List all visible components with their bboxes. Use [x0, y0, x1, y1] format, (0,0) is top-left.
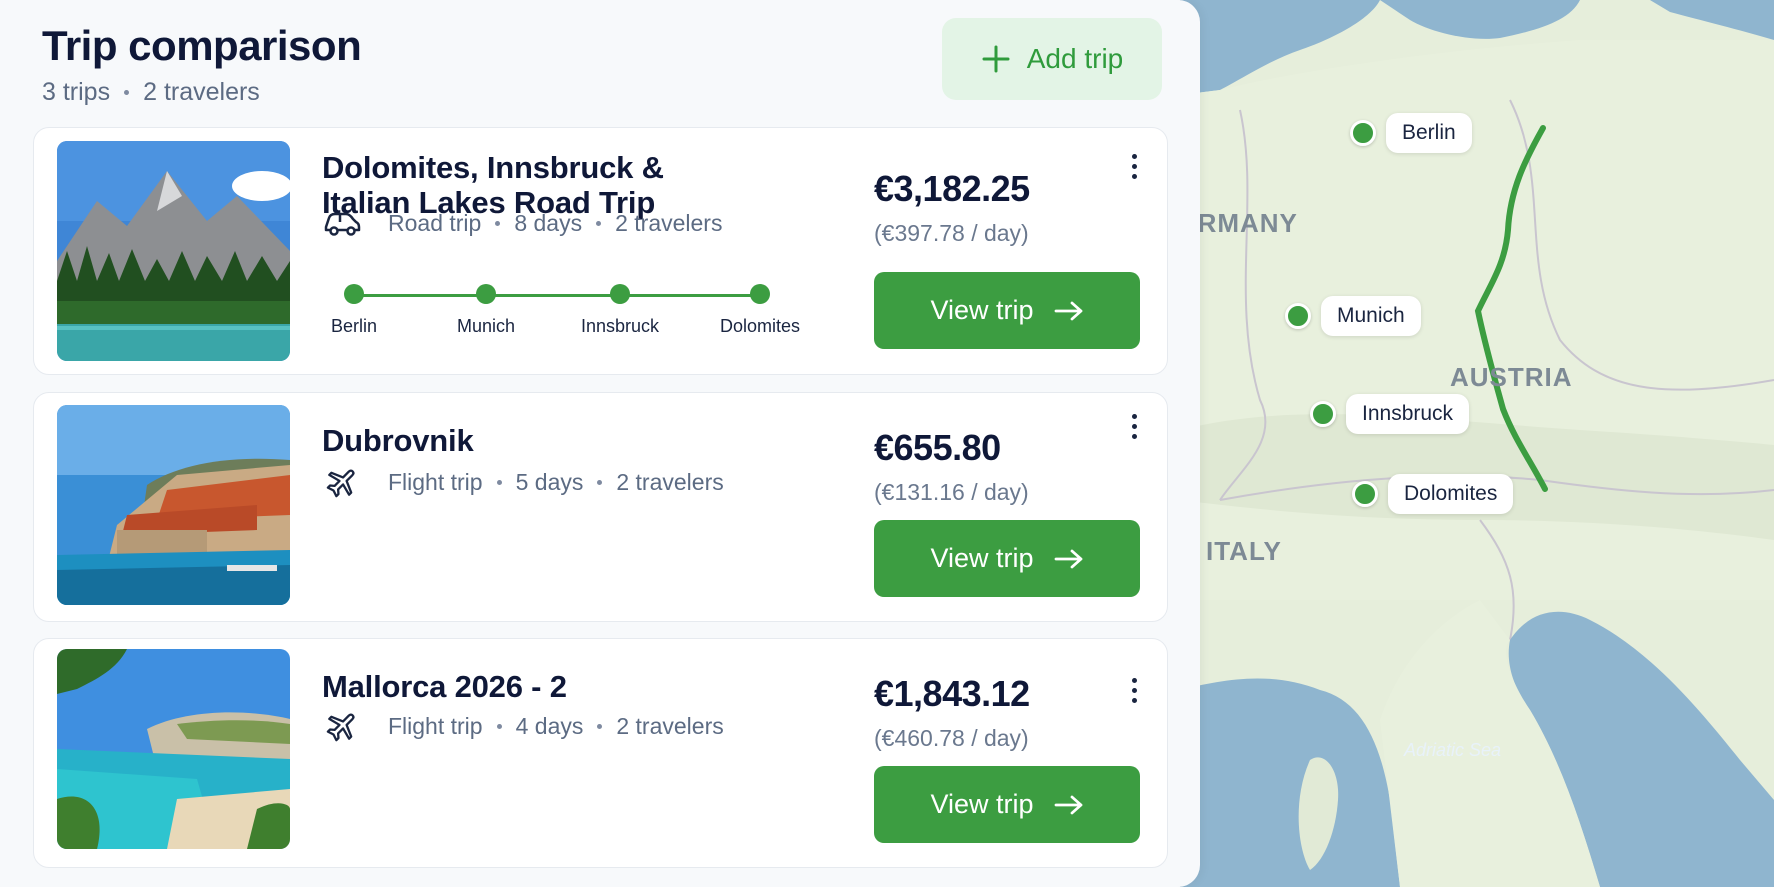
trip-price: €3,182.25	[874, 168, 1030, 209]
map-pin-icon[interactable]	[1285, 303, 1311, 329]
arrow-right-icon	[1054, 301, 1082, 320]
trip-title: Dubrovnik	[322, 423, 474, 458]
arrow-right-icon	[1054, 549, 1082, 568]
map-city-berlin[interactable]: Berlin	[1350, 113, 1472, 153]
map-city-label: Innsbruck	[1346, 394, 1470, 434]
trip-meta: Road trip 8 days 2 travelers	[322, 208, 722, 238]
map-city-label: Dolomites	[1388, 474, 1514, 514]
route-stop-label: Dolomites	[719, 316, 801, 336]
country-label-italy: ITALY	[1206, 536, 1282, 566]
view-trip-button[interactable]: View trip	[874, 272, 1140, 349]
separator-dot	[495, 220, 501, 226]
trip-card-mallorca[interactable]: Mallorca 2026 - 2 Flight trip 4 days 2 t…	[33, 638, 1168, 868]
route-dot	[610, 284, 630, 304]
route-timeline: Berlin Munich Innsbruck Dolomites	[324, 278, 800, 338]
trip-price-per-day: (€397.78 / day)	[874, 220, 1029, 246]
trip-days: 8 days	[514, 209, 583, 236]
trip-title-line: Dolomites, Innsbruck &	[322, 150, 664, 185]
separator-dot	[124, 90, 130, 95]
separator-dot	[496, 723, 502, 729]
view-trip-label: View trip	[930, 295, 1034, 325]
trip-title: Mallorca 2026 - 2	[322, 669, 567, 704]
more-options-icon[interactable]	[1122, 673, 1146, 707]
map-city-label: Berlin	[1386, 113, 1472, 153]
route-stop-label: Munich	[456, 316, 516, 336]
page-title: Trip comparison	[42, 22, 362, 69]
map-city-label: Munich	[1321, 296, 1421, 336]
country-label-austria: AUSTRIA	[1450, 362, 1573, 392]
trip-type: Flight trip	[388, 468, 483, 495]
trip-price-per-day: (€131.16 / day)	[874, 479, 1029, 505]
add-trip-button[interactable]: Add trip	[942, 18, 1162, 100]
airplane-icon	[322, 711, 362, 742]
map-pin-icon[interactable]	[1352, 481, 1378, 507]
trip-travelers: 2 travelers	[615, 209, 723, 236]
separator-dot	[596, 220, 602, 226]
view-trip-label: View trip	[930, 543, 1034, 573]
more-options-icon[interactable]	[1122, 409, 1146, 443]
route-map[interactable]: GERMANY AUSTRIA ITALY Adriatic Sea Berli…	[1158, 0, 1774, 887]
trip-days: 5 days	[515, 468, 584, 495]
more-options-icon[interactable]	[1122, 149, 1146, 183]
route-dot	[750, 284, 770, 304]
route-line	[354, 294, 760, 297]
trip-price-per-day: (€460.78 / day)	[874, 725, 1029, 751]
trip-travelers: 2 travelers	[616, 468, 724, 495]
trip-card-dolomites[interactable]: Dolomites, Innsbruck & Italian Lakes Roa…	[33, 127, 1168, 375]
route-stop: Dolomites	[710, 284, 810, 337]
plus-icon	[982, 45, 1010, 73]
trip-days: 4 days	[515, 712, 584, 739]
travelers-count: 2 travelers	[143, 78, 260, 106]
add-trip-label: Add trip	[1026, 43, 1124, 74]
trips-count: 3 trips	[42, 78, 111, 106]
trip-type: Flight trip	[388, 712, 483, 739]
trip-meta: Flight trip 4 days 2 travelers	[322, 711, 724, 742]
map-pin-icon[interactable]	[1310, 401, 1336, 427]
view-trip-button[interactable]: View trip	[874, 766, 1140, 843]
route-stop: Munich	[436, 284, 536, 337]
map-pin-icon[interactable]	[1350, 120, 1376, 146]
route-stop-label: Berlin	[330, 316, 378, 336]
route-stop-label: Innsbruck	[580, 316, 660, 336]
route-dot	[476, 284, 496, 304]
trip-card-dubrovnik[interactable]: Dubrovnik Flight trip 5 days 2 travelers…	[33, 392, 1168, 622]
view-trip-button[interactable]: View trip	[874, 520, 1140, 597]
trip-thumbnail-mountains	[57, 141, 290, 361]
trip-price: €1,843.12	[874, 673, 1030, 714]
car-icon	[322, 208, 362, 238]
trip-type: Road trip	[388, 209, 482, 236]
map-city-dolomites[interactable]: Dolomites	[1352, 474, 1514, 514]
arrow-right-icon	[1054, 795, 1082, 814]
route-stop: Innsbruck	[570, 284, 670, 337]
trip-price: €655.80	[874, 427, 1001, 468]
trip-thumbnail-old-town	[57, 405, 290, 605]
separator-dot	[496, 479, 502, 485]
route-stop: Berlin	[304, 284, 404, 337]
trip-meta: Flight trip 5 days 2 travelers	[322, 467, 724, 498]
separator-dot	[597, 723, 603, 729]
airplane-icon	[322, 467, 362, 498]
map-city-munich[interactable]: Munich	[1285, 296, 1421, 336]
trip-comparison-panel: Trip comparison 3 trips 2 travelers Add …	[0, 0, 1200, 887]
sea-label-adriatic: Adriatic Sea	[1404, 740, 1502, 760]
map-city-innsbruck[interactable]: Innsbruck	[1310, 394, 1470, 434]
trip-thumbnail-beach	[57, 649, 290, 849]
separator-dot	[597, 479, 603, 485]
trip-travelers: 2 travelers	[616, 712, 724, 739]
route-dot	[344, 284, 364, 304]
page-subtitle: 3 trips 2 travelers	[42, 78, 260, 107]
view-trip-label: View trip	[930, 789, 1034, 819]
